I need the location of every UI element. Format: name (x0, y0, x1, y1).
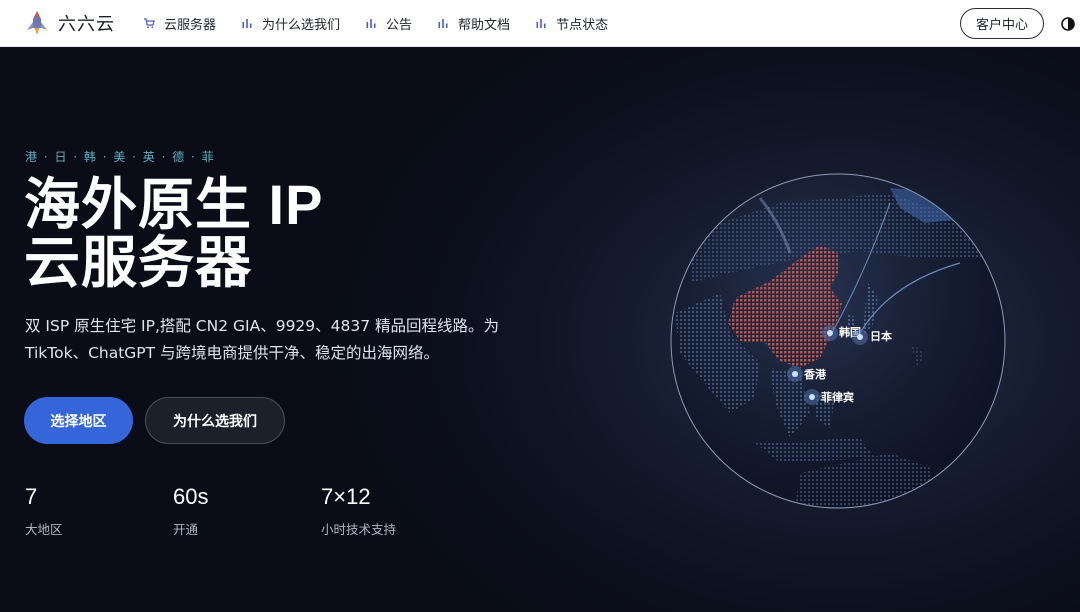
world-globe-illustration: 韩国 日本 香港 菲律宾 (670, 173, 1006, 509)
nav-item-label: 云服务器 (164, 17, 217, 33)
why-us-button[interactable]: 为什么选我们 (145, 397, 285, 444)
nav-item-label: 公告 (386, 17, 413, 33)
node-label: 日本 (870, 329, 892, 343)
cart-icon (144, 18, 155, 29)
nav-item-cloud-servers[interactable]: 云服务器 (143, 14, 216, 33)
stat-value: 7 (25, 484, 38, 509)
brand-logo[interactable]: 六六云 (24, 10, 115, 36)
bar-chart-icon (438, 19, 448, 28)
stat-value: 60s (173, 484, 209, 509)
node-philippines[interactable]: 菲律宾 (804, 389, 854, 405)
stat-label: 开通 (173, 522, 199, 537)
node-japan[interactable]: 日本 (852, 329, 892, 345)
nav-item-why-us[interactable]: 为什么选我们 (241, 14, 340, 33)
bar-chart-icon (536, 19, 546, 28)
rocket-logo-icon (27, 11, 47, 35)
bar-chart-icon (366, 19, 376, 28)
nav-item-label: 节点状态 (556, 17, 609, 33)
hero-section: 港 · 日 · 韩 · 美 · 英 · 德 · 菲 海外原生 IP 云服务器 双… (0, 48, 1080, 612)
client-center-button[interactable]: 客户中心 (959, 8, 1044, 39)
hero-buttons: 选择地区 为什么选我们 (24, 397, 285, 444)
hero-subtitle: 双 ISP 原生住宅 IP,搭配 CN2 GIA、9929、4837 精品回程线… (25, 317, 500, 362)
nav-item-announcements[interactable]: 公告 (365, 14, 412, 33)
brand-name: 六六云 (58, 14, 115, 35)
node-label: 香港 (803, 367, 827, 381)
nav-item-node-status[interactable]: 节点状态 (535, 14, 608, 33)
node-label: 菲律宾 (821, 390, 854, 404)
node-hong-kong[interactable]: 香港 (787, 366, 827, 382)
top-nav: 六六云 云服务器 为什么选我们 公告 帮助文档 节点状态 客户中心 (0, 0, 1080, 47)
nav-actions: 客户中心 (959, 0, 1080, 47)
stat-support: 7×12 小时技术支持 (321, 484, 469, 538)
nav-item-help-docs[interactable]: 帮助文档 (437, 14, 510, 33)
stat-provisioning: 60s 开通 (173, 484, 321, 538)
stats-row: 7 大地区 60s 开通 7×12 小时技术支持 (25, 484, 469, 538)
stat-regions: 7 大地区 (25, 484, 173, 538)
contrast-icon[interactable] (1061, 16, 1075, 31)
stat-label: 小时技术支持 (321, 522, 397, 537)
nav-item-label: 帮助文档 (458, 17, 511, 33)
hero-title-line-2: 云服务器 (24, 231, 252, 294)
stat-label: 大地区 (25, 522, 63, 537)
regions-eyebrow: 港 · 日 · 韩 · 美 · 英 · 德 · 菲 (25, 150, 216, 164)
hero-title-line-1: 海外原生 IP (24, 173, 324, 236)
hero-title: 海外原生 IP 云服务器 (24, 176, 323, 292)
nav-menu: 云服务器 为什么选我们 公告 帮助文档 节点状态 (143, 14, 633, 33)
bar-chart-icon (242, 19, 252, 28)
stat-value: 7×12 (321, 484, 371, 509)
select-region-button[interactable]: 选择地区 (24, 397, 133, 444)
nav-item-label: 为什么选我们 (262, 17, 341, 33)
